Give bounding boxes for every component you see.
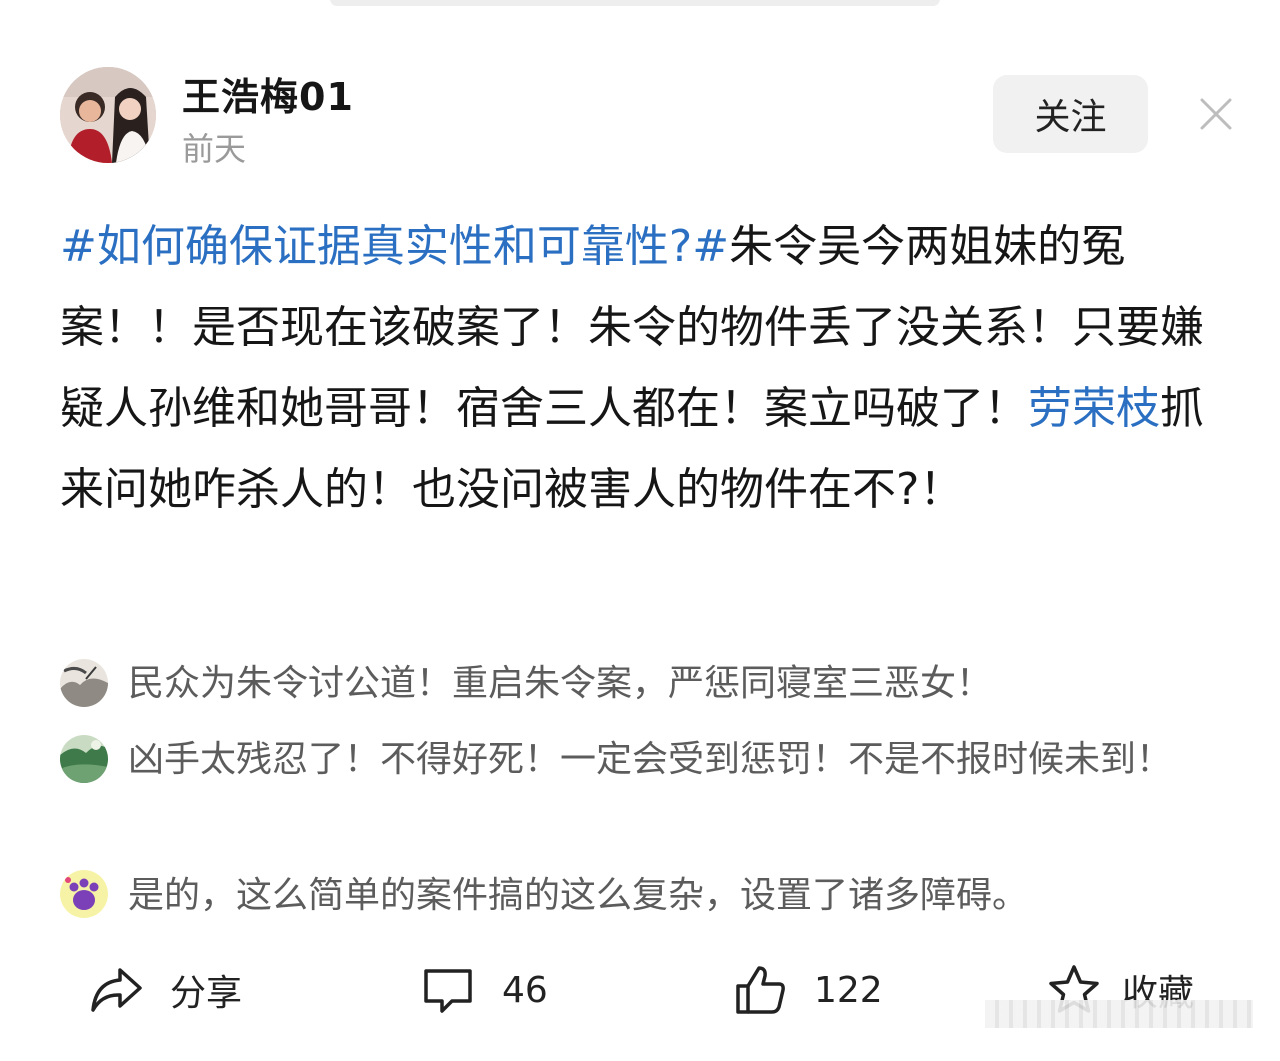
share-label: 分享	[170, 973, 243, 1014]
commenter-avatar[interactable]	[60, 735, 108, 783]
share-icon	[91, 968, 142, 1012]
like-button[interactable]: 122	[732, 960, 883, 1020]
follow-button[interactable]: 关注	[993, 75, 1148, 153]
watermark-strip	[985, 1000, 1253, 1028]
comment-count: 46	[502, 969, 548, 1011]
commenter-avatar[interactable]	[60, 870, 108, 918]
comment-text: 民众为朱令讨公道！重启朱令案，严惩同寝室三恶女！	[128, 663, 993, 704]
post-body: #如何确保证据真实性和可靠性?#朱令吴今两姐妹的冤案！！是否现在该破案了！朱令的…	[60, 206, 1220, 530]
comment-item[interactable]: 是的，这么简单的案件搞的这么复杂，设置了诸多障碍。	[60, 864, 1220, 927]
post-time: 前天	[182, 130, 247, 168]
comment-item[interactable]: 凶手太残忍了！不得好死！一定会受到惩罚！不是不报时候未到！	[60, 728, 1220, 854]
share-button[interactable]: 分享	[88, 960, 242, 1020]
comment-text: 是的，这么简单的案件搞的这么复杂，设置了诸多障碍。	[128, 875, 1029, 916]
author-avatar[interactable]	[60, 67, 156, 163]
commenter-avatar[interactable]	[60, 659, 108, 707]
close-icon[interactable]	[1196, 94, 1236, 134]
like-icon	[736, 966, 785, 1014]
comment-text: 凶手太残忍了！不得好死！一定会受到惩罚！不是不报时候未到！	[128, 739, 1173, 780]
comment-icon	[424, 969, 472, 1013]
mention-link[interactable]: 劳荣枝	[1028, 383, 1160, 434]
comment-button[interactable]: 46	[420, 960, 548, 1020]
like-count: 122	[814, 969, 883, 1011]
author-name[interactable]: 王浩梅01	[182, 66, 354, 121]
hashtag-link[interactable]: #如何确保证据真实性和可靠性?#	[60, 221, 729, 272]
comment-item[interactable]: 民众为朱令讨公道！重启朱令案，严惩同寝室三恶女！	[60, 652, 1220, 715]
drag-handle[interactable]	[330, 0, 940, 6]
post-detail-page: 王浩梅01 前天 关注 #如何确保证据真实性和可靠性?#朱令吴今两姐妹的冤案！！…	[0, 0, 1280, 1061]
